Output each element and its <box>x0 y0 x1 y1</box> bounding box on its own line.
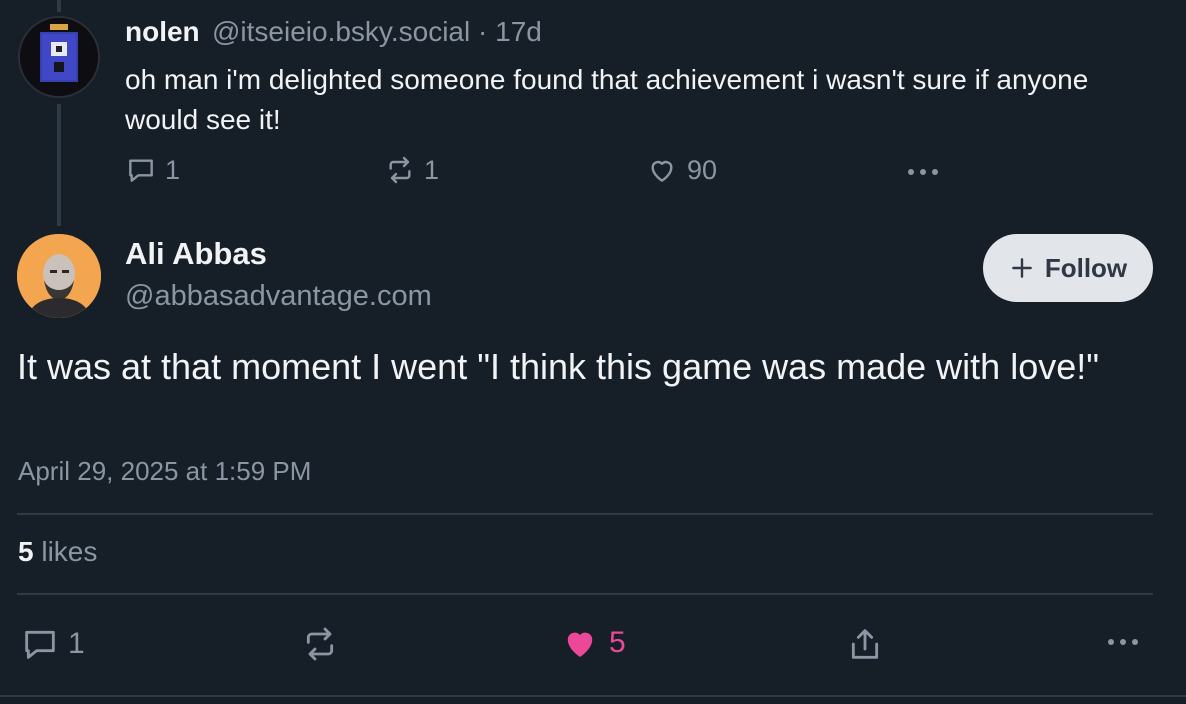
likes-count: 5 <box>18 536 34 567</box>
like-button[interactable]: 90 <box>645 154 717 186</box>
reply-count: 1 <box>165 154 181 185</box>
reply-handle[interactable]: @itseieio.bsky.social <box>212 16 470 47</box>
pixel-robot-avatar-icon <box>20 18 98 96</box>
likes-summary[interactable]: 5 likes <box>18 536 97 568</box>
like-count: 5 <box>609 626 626 659</box>
reply-text: oh man i'm delighted someone found that … <box>125 64 1089 135</box>
repost-button[interactable]: 1 <box>384 154 439 186</box>
comment-icon <box>129 159 153 182</box>
repost-count: 1 <box>424 154 440 185</box>
thread-line <box>57 0 61 12</box>
more-options-button[interactable] <box>904 158 942 182</box>
share-button[interactable] <box>845 624 885 664</box>
heart-filled-icon <box>567 632 593 657</box>
follow-button[interactable]: Follow <box>983 234 1153 302</box>
thread-line <box>57 104 61 226</box>
divider <box>0 695 1186 697</box>
comment-icon <box>25 630 55 659</box>
ellipsis-icon <box>908 169 938 175</box>
repost-button[interactable] <box>300 624 340 664</box>
reply-author-name[interactable]: nolen <box>125 16 200 48</box>
more-options-button[interactable] <box>1104 630 1142 654</box>
plus-icon <box>1011 258 1032 278</box>
avatar[interactable] <box>17 234 101 318</box>
post-text: It was at that moment I went "I think th… <box>17 346 1100 387</box>
share-icon <box>851 629 879 659</box>
likes-label: likes <box>41 536 98 567</box>
repost-icon <box>389 156 411 184</box>
reply-age[interactable]: 17d <box>495 16 542 47</box>
post-author-name[interactable]: Ali Abbas <box>125 236 267 272</box>
reply-count: 1 <box>68 627 85 660</box>
reply-author-handle[interactable]: @itseieio.bsky.social · 17d <box>212 16 542 48</box>
profile-photo-icon <box>17 234 101 318</box>
reply-button[interactable]: 1 <box>125 154 180 186</box>
repost-icon <box>306 627 334 661</box>
meta-separator: · <box>478 16 488 47</box>
heart-icon <box>651 160 673 182</box>
reply-button[interactable]: 1 <box>20 624 85 664</box>
post-author-handle[interactable]: @abbasadvantage.com <box>125 280 432 313</box>
divider <box>17 513 1153 515</box>
follow-label: Follow <box>1044 252 1128 283</box>
post-timestamp: April 29, 2025 at 1:59 PM <box>18 456 312 486</box>
divider <box>17 593 1153 595</box>
avatar[interactable] <box>18 16 100 98</box>
like-count: 90 <box>687 154 718 185</box>
like-button[interactable]: 5 <box>559 622 626 664</box>
ellipsis-icon <box>1108 639 1138 645</box>
